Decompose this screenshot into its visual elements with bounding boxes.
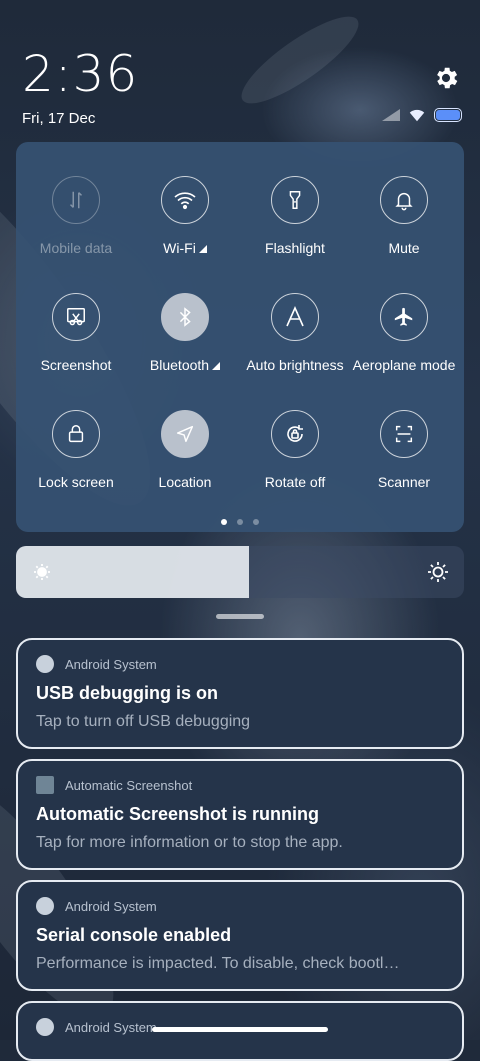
tile-auto-brightness[interactable]: Auto brightness	[239, 293, 351, 373]
brightness-high-icon	[428, 562, 448, 582]
bluetooth-label: Bluetooth	[149, 357, 210, 373]
lock-icon[interactable]	[52, 410, 100, 458]
notification-app-name: Automatic Screenshot	[65, 777, 193, 793]
tile-aeroplane-mode[interactable]: Aeroplane mode	[348, 293, 460, 373]
notification-title: USB debugging is on	[36, 683, 218, 703]
wifi-label: Wi-Fi	[163, 240, 196, 256]
tile-flashlight[interactable]: Flashlight	[239, 176, 351, 256]
android-system-icon	[36, 655, 54, 673]
screenshot-icon[interactable]	[52, 293, 100, 341]
rotate-lock-icon[interactable]	[271, 410, 319, 458]
tile-location[interactable]: Location	[129, 410, 241, 490]
location-icon[interactable]	[161, 410, 209, 458]
date: Fri, 17 Dec	[22, 110, 96, 127]
tile-label: Mobile data	[39, 240, 113, 256]
android-system-icon	[36, 897, 54, 915]
tile-label: Flashlight	[265, 240, 325, 256]
tile-label: Bluetooth	[129, 357, 241, 373]
tile-label: Lock screen	[38, 474, 114, 490]
notification-text: Performance is impacted. To disable, che…	[36, 955, 400, 972]
tile-wifi[interactable]: Wi-Fi	[129, 176, 241, 256]
notification-title: Serial console enabled	[36, 925, 232, 945]
tile-label: Mute	[388, 240, 420, 256]
notification-text: Tap to turn off USB debugging	[36, 713, 251, 730]
drag-handle[interactable]	[216, 614, 264, 619]
tile-label: Rotate off	[264, 474, 326, 490]
tile-rotate-off[interactable]: Rotate off	[239, 410, 351, 490]
page-dot-active[interactable]	[221, 519, 227, 525]
expand-indicator-icon	[212, 362, 221, 370]
wifi-icon[interactable]	[161, 176, 209, 224]
clock: 2:36	[22, 45, 139, 103]
tile-label: Screenshot	[40, 357, 112, 373]
battery-level	[436, 110, 460, 120]
notification-app-name: Android System	[65, 898, 157, 914]
tile-screenshot[interactable]: Screenshot	[20, 293, 132, 373]
system-status-icons	[382, 108, 462, 122]
airplane-icon[interactable]	[380, 293, 428, 341]
notification-card[interactable]: Automatic Screenshot Automatic Screensho…	[16, 759, 464, 870]
page-dot[interactable]	[237, 519, 243, 525]
wallpaper-streak	[231, 3, 369, 117]
automatic-screenshot-icon	[36, 776, 54, 794]
notification-card[interactable]: Android System USB debugging is on Tap t…	[16, 638, 464, 749]
tile-label: Aeroplane mode	[352, 357, 456, 373]
notification-app-name: Android System	[65, 1019, 157, 1035]
tile-label: Auto brightness	[246, 357, 344, 373]
flashlight-icon[interactable]	[271, 176, 319, 224]
tile-label: Scanner	[377, 474, 431, 490]
notification-card[interactable]: Android System Serial console enabled Pe…	[16, 880, 464, 991]
tile-scanner[interactable]: Scanner	[348, 410, 460, 490]
expand-indicator-icon	[198, 245, 207, 253]
android-system-icon	[36, 1018, 54, 1036]
status-header: 2:36 Fri, 17 Dec	[22, 44, 138, 127]
bell-icon[interactable]	[380, 176, 428, 224]
scanner-icon[interactable]	[380, 410, 428, 458]
brightness-low-icon	[34, 564, 50, 580]
tile-mobile-data[interactable]: Mobile data	[20, 176, 132, 256]
tile-lock-screen[interactable]: Lock screen	[20, 410, 132, 490]
auto-brightness-icon[interactable]	[271, 293, 319, 341]
wifi-icon	[409, 109, 425, 121]
notification-title: Automatic Screenshot is running	[36, 804, 320, 824]
bluetooth-icon[interactable]	[161, 293, 209, 341]
gear-icon[interactable]	[432, 64, 460, 92]
page-indicator	[16, 519, 464, 525]
tile-label: Location	[158, 474, 212, 490]
tile-label: Wi-Fi	[129, 240, 241, 256]
tile-bluetooth[interactable]: Bluetooth	[129, 293, 241, 373]
home-indicator[interactable]	[152, 1027, 328, 1032]
notification-app-name: Android System	[65, 656, 157, 672]
page-dot[interactable]	[253, 519, 259, 525]
notification-text: Tap for more information or to stop the …	[36, 834, 343, 851]
mobile-data-icon[interactable]	[52, 176, 100, 224]
battery-icon	[434, 108, 462, 122]
brightness-slider[interactable]	[16, 546, 464, 598]
quick-settings-panel: Mobile data Wi-Fi Flashlight Mute Screen…	[16, 142, 464, 532]
signal-icon	[382, 109, 400, 121]
tile-mute[interactable]: Mute	[348, 176, 460, 256]
